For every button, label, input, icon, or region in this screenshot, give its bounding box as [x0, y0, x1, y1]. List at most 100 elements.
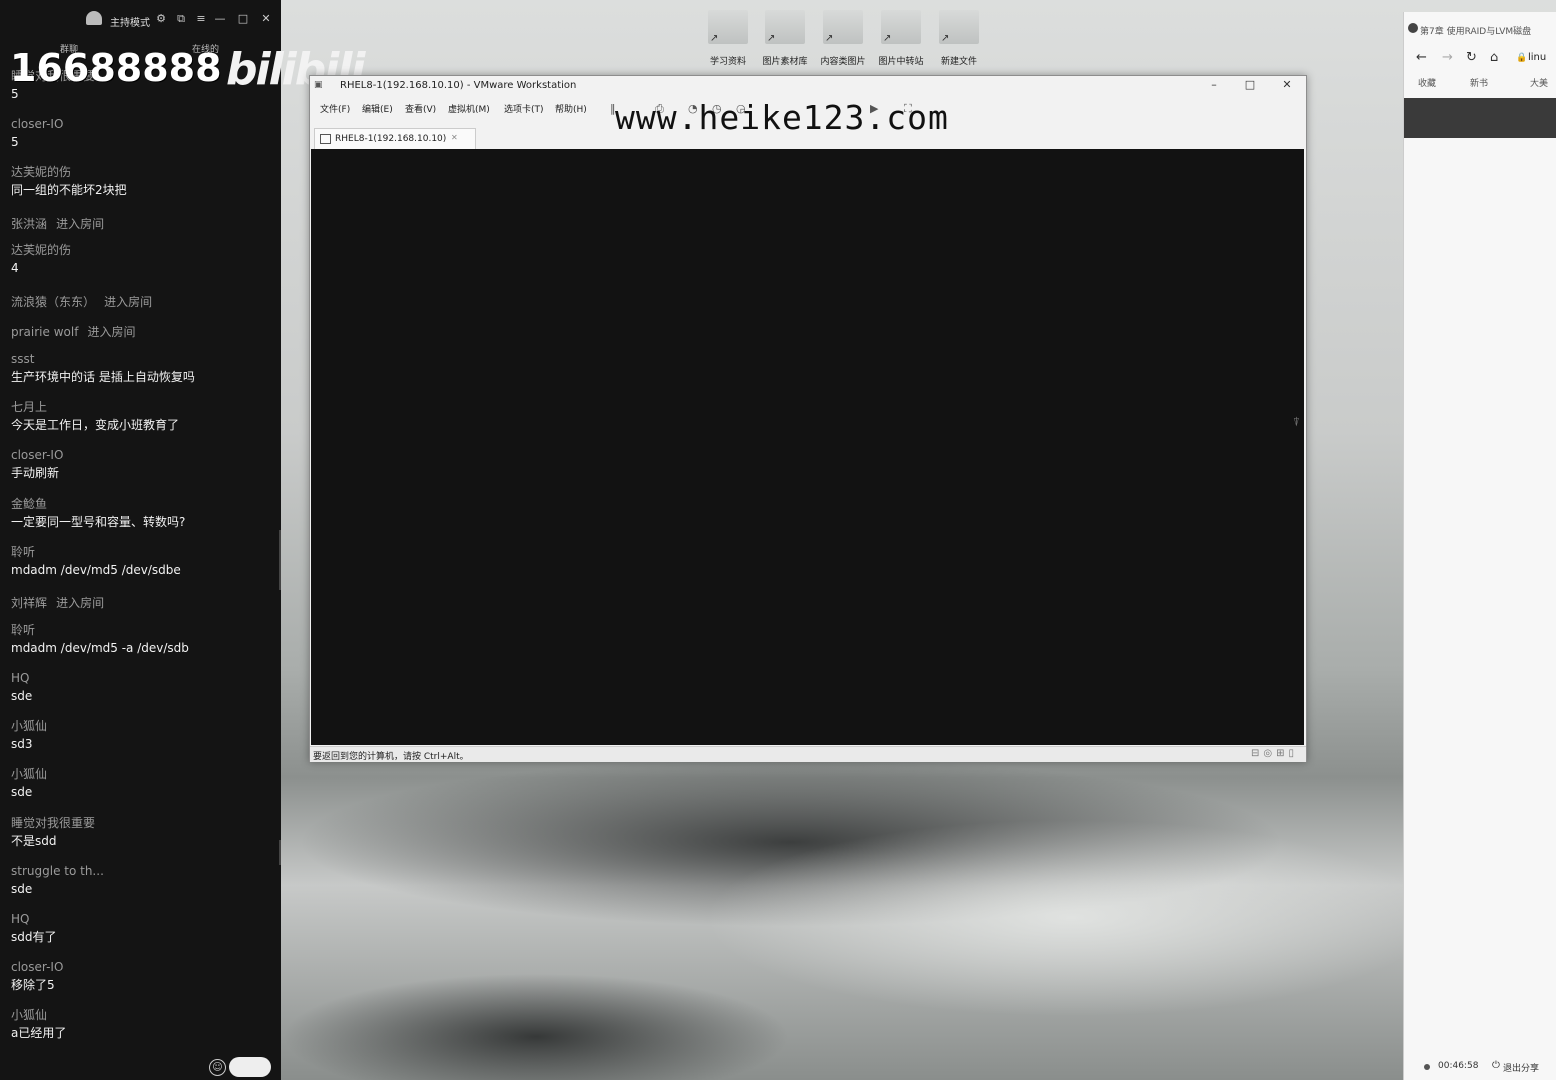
exit-share-button[interactable]: 退出分享 [1503, 1061, 1539, 1074]
chat-username: 聆听 [11, 545, 36, 559]
chat-input-toggle[interactable] [229, 1057, 271, 1077]
close-icon[interactable]: ✕ [1280, 78, 1294, 91]
chat-message: 金鲶鱼 一定要同一型号和容量、转数吗? [11, 496, 273, 530]
page-header-bar [1404, 98, 1556, 138]
forward-icon[interactable]: → [1442, 50, 1453, 65]
chat-username: closer-IO [11, 960, 64, 974]
chat-username: 聆听 [11, 623, 36, 637]
shortcut-label: 内容类图片 [820, 57, 866, 67]
popout-icon[interactable]: ⧉ [174, 12, 188, 26]
bookmark-item[interactable]: 大美 [1530, 76, 1548, 89]
menu-file[interactable]: 文件(F) [320, 102, 350, 115]
menu-icon[interactable]: ≡ [194, 12, 208, 25]
minimize-icon[interactable]: – [1207, 78, 1221, 91]
reload-icon[interactable]: ↻ [1466, 50, 1477, 65]
status-text: 要返回到您的计算机，请按 Ctrl+Alt。 [313, 752, 469, 762]
chat-join-notice: prairie wolf 进入房间 [11, 321, 273, 340]
chat-join-notice: 刘祥辉 进入房间 [11, 592, 273, 611]
chat-text: sd3 [11, 737, 33, 751]
chat-username: HQ [11, 671, 30, 685]
power-icon[interactable]: ⏻ [1492, 1060, 1500, 1071]
shortcut-icon [765, 10, 805, 44]
menu-help[interactable]: 帮助(H) [555, 102, 587, 115]
desktop-shortcut[interactable]: 学习资料 [702, 10, 754, 67]
chat-text: a已经用了 [11, 1026, 67, 1040]
chat-message: 小狐仙 sd3 [11, 718, 273, 752]
menu-view[interactable]: 查看(V) [405, 102, 436, 115]
maximize-icon[interactable]: □ [1243, 78, 1257, 91]
chat-text: 一定要同一型号和容量、转数吗? [11, 515, 186, 529]
chat-input-bar: ☺ [0, 1052, 281, 1080]
chat-join-notice: 流浪猿（东东） 进入房间 [11, 291, 273, 310]
close-icon[interactable]: ✕ [451, 133, 458, 142]
browser-tab-title[interactable]: 第7章 使用RAID与LVM磁盘 [1420, 24, 1531, 37]
bookmark-item[interactable]: 新书 [1470, 76, 1488, 89]
shortcut-label: 学习资料 [709, 57, 746, 67]
smile-icon[interactable]: ☺ [209, 1059, 226, 1076]
vmware-titlebar[interactable]: ▣ RHEL8-1(192.168.10.10) - VMware Workst… [310, 76, 1306, 96]
chat-username: prairie wolf [11, 325, 79, 339]
join-label: 进入房间 [87, 325, 136, 339]
chat-message: 小狐仙 sde [11, 766, 273, 800]
browser-window: 第7章 使用RAID与LVM磁盘 ← → ↻ ⌂ 🔒 linu 收藏 新书 大美… [1403, 12, 1556, 1080]
close-icon[interactable]: ✕ [259, 12, 273, 25]
vm-tab[interactable]: RHEL8-1(192.168.10.10) ✕ [314, 128, 476, 149]
chat-message: 七月上 今天是工作日，变成小班教育了 [11, 399, 273, 433]
chat-text: 生产环境中的话 是插上自动恢复吗 [11, 370, 195, 384]
menu-edit[interactable]: 编辑(E) [362, 102, 393, 115]
chat-text: sde [11, 785, 33, 799]
chat-header: 主持模式 ⚙ ⧉ ≡ — □ ✕ [0, 0, 281, 40]
bookmark-item[interactable]: 收藏 [1418, 76, 1436, 89]
chat-text: sde [11, 882, 33, 896]
lock-icon: 🔒 [1516, 53, 1528, 63]
shortcut-icon [823, 10, 863, 44]
chat-text: 不是sdd [11, 834, 57, 848]
chat-message: closer-IO 移除了5 [11, 959, 273, 993]
vmware-window: ▣ RHEL8-1(192.168.10.10) - VMware Workst… [309, 75, 1307, 762]
chat-text: 4 [11, 261, 19, 275]
minimize-icon[interactable]: — [213, 12, 227, 25]
menu-tabs[interactable]: 选项卡(T) [504, 102, 544, 115]
menu-vm[interactable]: 虚拟机(M) [448, 102, 490, 115]
join-label: 进入房间 [104, 295, 153, 309]
chat-text: 5 [11, 135, 19, 149]
chat-username: 流浪猿（东东） [11, 295, 96, 309]
desktop-shortcut[interactable]: 新建文件 [933, 10, 985, 67]
live-counter: 16688888 [10, 46, 222, 90]
maximize-icon[interactable]: □ [236, 12, 250, 25]
back-icon[interactable]: ← [1416, 50, 1427, 65]
chat-username: 小狐仙 [11, 1008, 48, 1022]
desktop-shortcut[interactable]: 图片素材库 [759, 10, 811, 67]
settings-icon[interactable]: ⚙ [154, 12, 168, 25]
chat-message: closer-IO 手动刷新 [11, 447, 273, 481]
tab-favicon-icon [1408, 23, 1418, 33]
site-watermark: www.heike123.com [615, 98, 949, 137]
vmware-statusbar: 要返回到您的计算机，请按 Ctrl+Alt。 ⊟◎⊞▯ [310, 746, 1306, 762]
chat-message: ssst 生产环境中的话 是插上自动恢复吗 [11, 351, 273, 385]
device-status-icons[interactable]: ⊟◎⊞▯ [1251, 748, 1298, 759]
chat-text: sde [11, 689, 33, 703]
chat-scrollbar-thumb[interactable] [279, 840, 281, 865]
chat-username: 达芙妮的伤 [11, 243, 72, 257]
vm-console-screen[interactable]: ⍒ [311, 149, 1304, 745]
shortcut-icon [939, 10, 979, 44]
chat-text: mdadm /dev/md5 -a /dev/sdb [11, 641, 189, 655]
chat-message: 聆听 mdadm /dev/md5 /dev/sdbe [11, 544, 273, 578]
host-mode-icon [86, 11, 102, 25]
chat-username: 睡觉对我很重要 [11, 816, 96, 830]
chat-username: struggle to th... [11, 864, 104, 878]
desktop-shortcut[interactable]: 图片中转站 [875, 10, 927, 67]
desktop-shortcut[interactable]: 内容类图片 [817, 10, 869, 67]
chat-message: 睡觉对我很重要 不是sdd [11, 815, 273, 849]
chat-scrollbar[interactable] [279, 530, 281, 590]
chat-message: 达芙妮的伤 同一组的不能坏2块把 [11, 164, 273, 198]
chat-username: 张洪涵 [11, 217, 48, 231]
host-mode-label: 主持模式 [110, 18, 150, 29]
address-bar[interactable]: linu [1528, 52, 1546, 63]
shortcut-label: 新建文件 [940, 57, 977, 67]
shortcut-icon [708, 10, 748, 44]
vm-tab-label: RHEL8-1(192.168.10.10) [335, 134, 447, 144]
home-icon[interactable]: ⌂ [1490, 50, 1498, 65]
chat-text: sdd有了 [11, 930, 57, 944]
chat-username: HQ [11, 912, 30, 926]
